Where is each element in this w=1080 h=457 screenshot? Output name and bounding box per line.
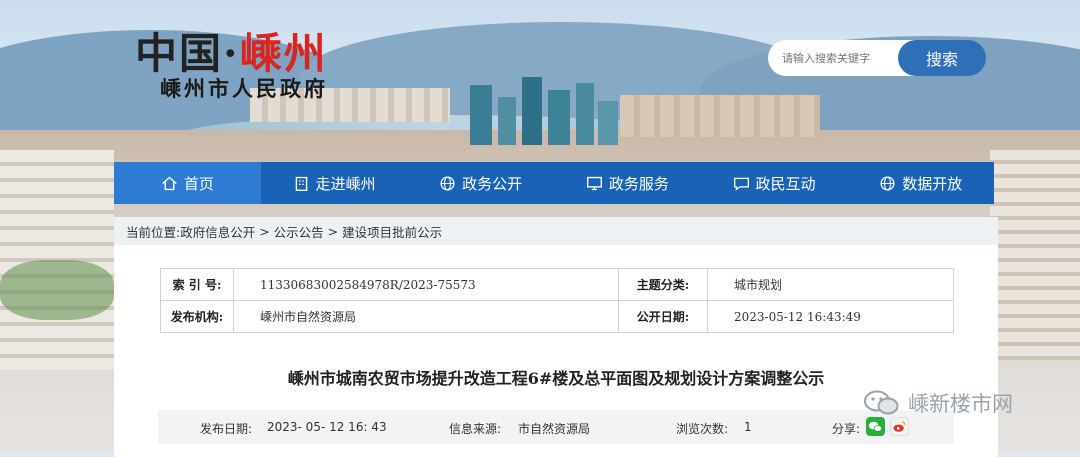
main-nav: 首页 走进嵊州 政务公开 政务服务 政民互动 数据开放	[114, 162, 994, 204]
table-row: 发布机构: 嵊州市自然资源局 公开日期: 2023-05-12 16:43:49	[160, 300, 954, 333]
index-label: 索 引 号:	[160, 268, 234, 301]
city-buildings	[990, 150, 1080, 360]
nav-item-label: 政民互动	[755, 174, 816, 193]
trees-shape	[0, 260, 114, 320]
breadcrumb-link[interactable]: 政府信息公开	[180, 222, 255, 241]
metadata-table: 索 引 号: 11330683002584978R/2023-75573 主题分…	[160, 268, 954, 333]
building-icon	[295, 176, 307, 191]
globe-icon	[440, 175, 455, 191]
logo-city-text: 嵊州	[239, 29, 328, 78]
nav-item-open-gov[interactable]: 政务公开	[407, 162, 554, 204]
logo-subtitle: 嵊州市人民政府	[160, 76, 328, 101]
source-value: 市自然资源局	[518, 422, 591, 436]
wechat-icon	[864, 390, 899, 415]
date-label: 公开日期:	[618, 300, 708, 333]
nav-item-interaction[interactable]: 政民互动	[701, 162, 848, 204]
home-icon	[162, 176, 177, 190]
nav-item-home[interactable]: 首页	[114, 162, 261, 204]
weibo-share-icon[interactable]	[890, 417, 909, 436]
breadcrumb: 当前位置: 政府信息公开 > 公示公告 > 建设项目批前公示	[114, 217, 998, 245]
source-label: 信息来源:	[449, 422, 502, 436]
breadcrumb-link[interactable]: 建设项目批前公示	[342, 222, 442, 241]
publisher-label: 发布机构:	[160, 300, 234, 333]
nav-item-about[interactable]: 走进嵊州	[261, 162, 408, 204]
views-label: 浏览次数:	[676, 422, 729, 436]
nav-item-label: 走进嵊州	[315, 174, 376, 193]
date-value: 2023-05-12 16:43:49	[707, 300, 954, 333]
breadcrumb-separator: >	[255, 223, 274, 239]
city-skyline	[620, 95, 820, 137]
search-box: 搜索	[768, 40, 986, 76]
site-logo[interactable]: 中国·嵊州	[135, 20, 328, 81]
info-bar: 发布日期: 2023- 05- 12 16: 43 信息来源: 市自然资源局 浏…	[158, 410, 954, 444]
content-panel: 当前位置: 政府信息公开 > 公示公告 > 建设项目批前公示 索 引 号: 11…	[114, 217, 998, 457]
share-label: 分享:	[832, 422, 861, 436]
search-button[interactable]: 搜索	[898, 40, 986, 76]
breadcrumb-prefix: 当前位置:	[126, 224, 181, 240]
nav-item-label: 政务服务	[608, 174, 669, 193]
topic-label: 主题分类:	[618, 268, 708, 301]
breadcrumb-link[interactable]: 公示公告	[274, 222, 324, 241]
watermark: 嵊新楼市网	[862, 388, 1013, 418]
monitor-icon	[586, 176, 602, 190]
views-count: 1	[744, 420, 752, 434]
nav-item-label: 政务公开	[462, 174, 523, 193]
index-value: 11330683002584978R/2023-75573	[233, 268, 619, 301]
globe-icon	[880, 175, 895, 191]
publisher-value: 嵊州市自然资源局	[233, 300, 619, 333]
chat-icon	[733, 177, 749, 191]
nav-item-open-data[interactable]: 数据开放	[847, 162, 994, 204]
topic-value: 城市规划	[707, 268, 954, 301]
logo-main-text: 中国·	[135, 29, 240, 78]
city-skyline	[470, 70, 620, 145]
nav-item-label: 首页	[183, 174, 214, 193]
wechat-share-icon[interactable]	[866, 417, 885, 436]
article-title: 嵊州市城南农贸市场提升改造工程6#楼及总平面图及规划设计方案调整公示	[287, 369, 825, 388]
nav-item-label: 数据开放	[902, 174, 963, 193]
watermark-text: 嵊新楼市网	[908, 392, 1013, 416]
breadcrumb-separator: >	[323, 223, 343, 239]
nav-item-services[interactable]: 政务服务	[554, 162, 701, 204]
publish-date-label: 发布日期:	[200, 422, 253, 436]
publish-date-value: 2023- 05- 12 16: 43	[267, 420, 387, 434]
table-row: 索 引 号: 11330683002584978R/2023-75573 主题分…	[160, 268, 954, 301]
